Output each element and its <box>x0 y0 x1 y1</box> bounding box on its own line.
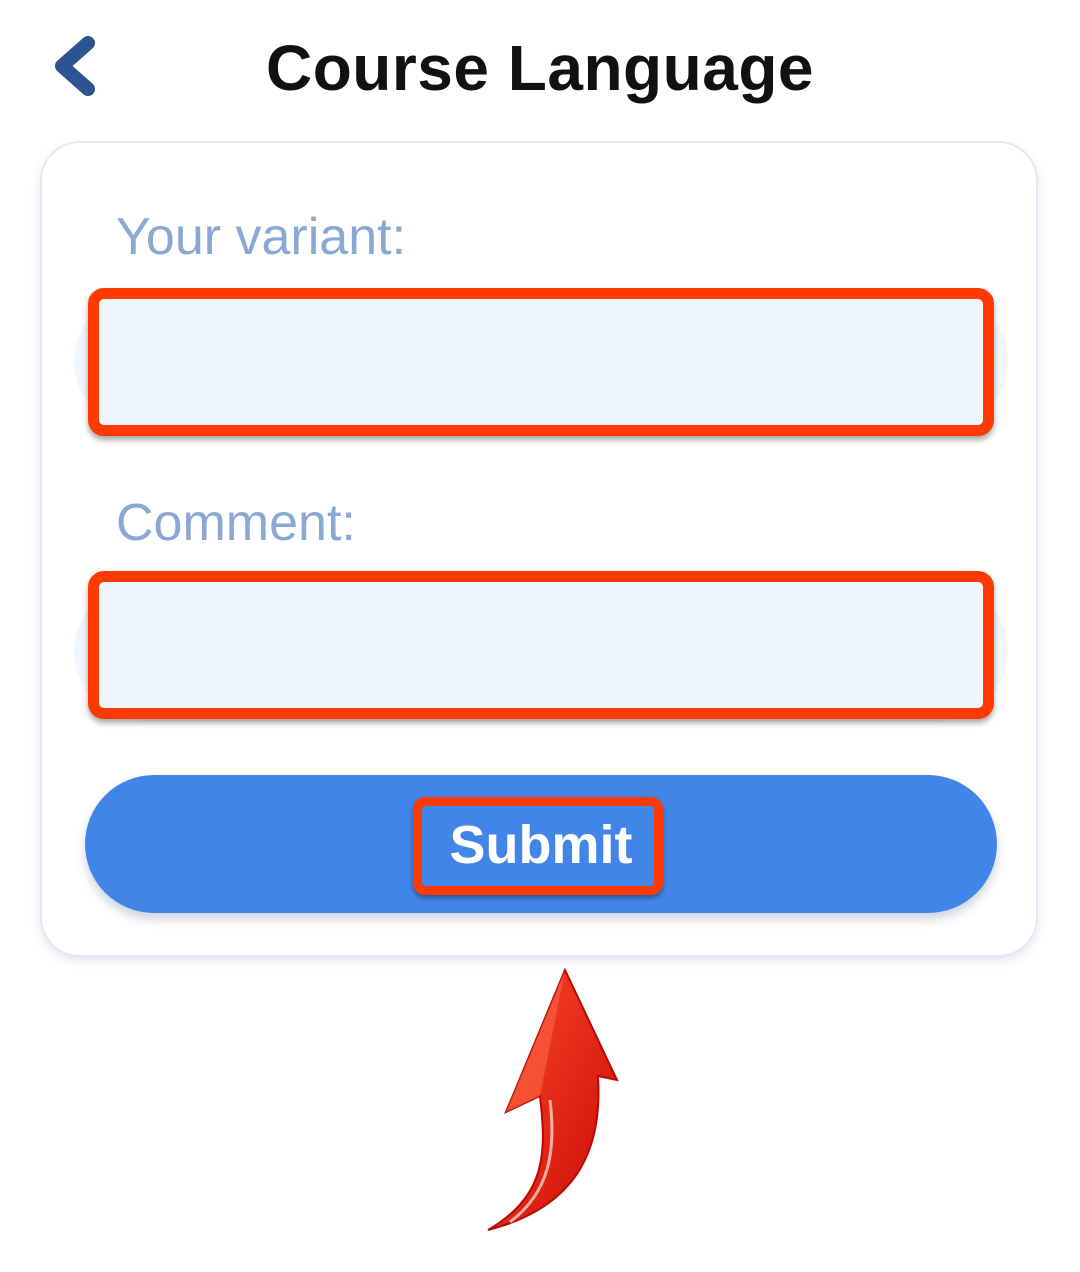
variant-input[interactable] <box>88 288 994 436</box>
variant-label: Your variant: <box>116 208 407 266</box>
page-title: Course Language <box>265 32 815 104</box>
course-language-screen: Course Language Your variant: Comment: S… <box>0 0 1080 1272</box>
submit-button[interactable]: Submit <box>85 775 997 913</box>
comment-input[interactable] <box>88 571 994 719</box>
feedback-form-card: Your variant: Comment: Submit <box>40 141 1038 957</box>
curved-up-arrow-icon <box>487 967 619 1231</box>
header: Course Language <box>0 0 1080 140</box>
submit-highlight-box <box>413 797 663 895</box>
comment-label: Comment: <box>116 494 356 552</box>
